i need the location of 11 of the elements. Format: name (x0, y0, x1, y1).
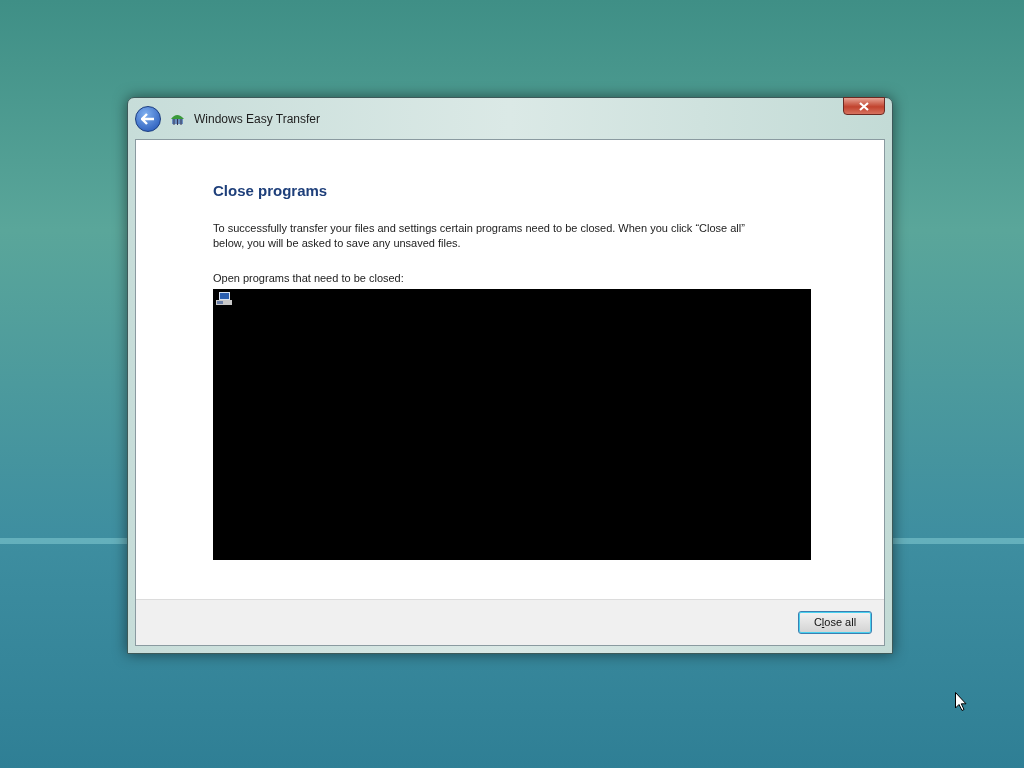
back-arrow-icon (141, 112, 155, 125)
window-title: Windows Easy Transfer (194, 110, 321, 128)
page-heading: Close programs (213, 181, 329, 201)
list-label: Open programs that need to be closed: (213, 270, 405, 286)
back-button[interactable] (135, 105, 161, 132)
close-all-button[interactable]: Close all (798, 611, 872, 634)
mouse-pointer-icon (955, 692, 967, 711)
description-text: To successfully transfer your files and settings certain programs need to be closed. When you click “Close all” below, you will be asked to save any unsaved files. (213, 220, 746, 251)
close-button[interactable] (843, 97, 885, 115)
computer-program-icon[interactable] (216, 292, 232, 306)
close-icon (859, 101, 869, 111)
